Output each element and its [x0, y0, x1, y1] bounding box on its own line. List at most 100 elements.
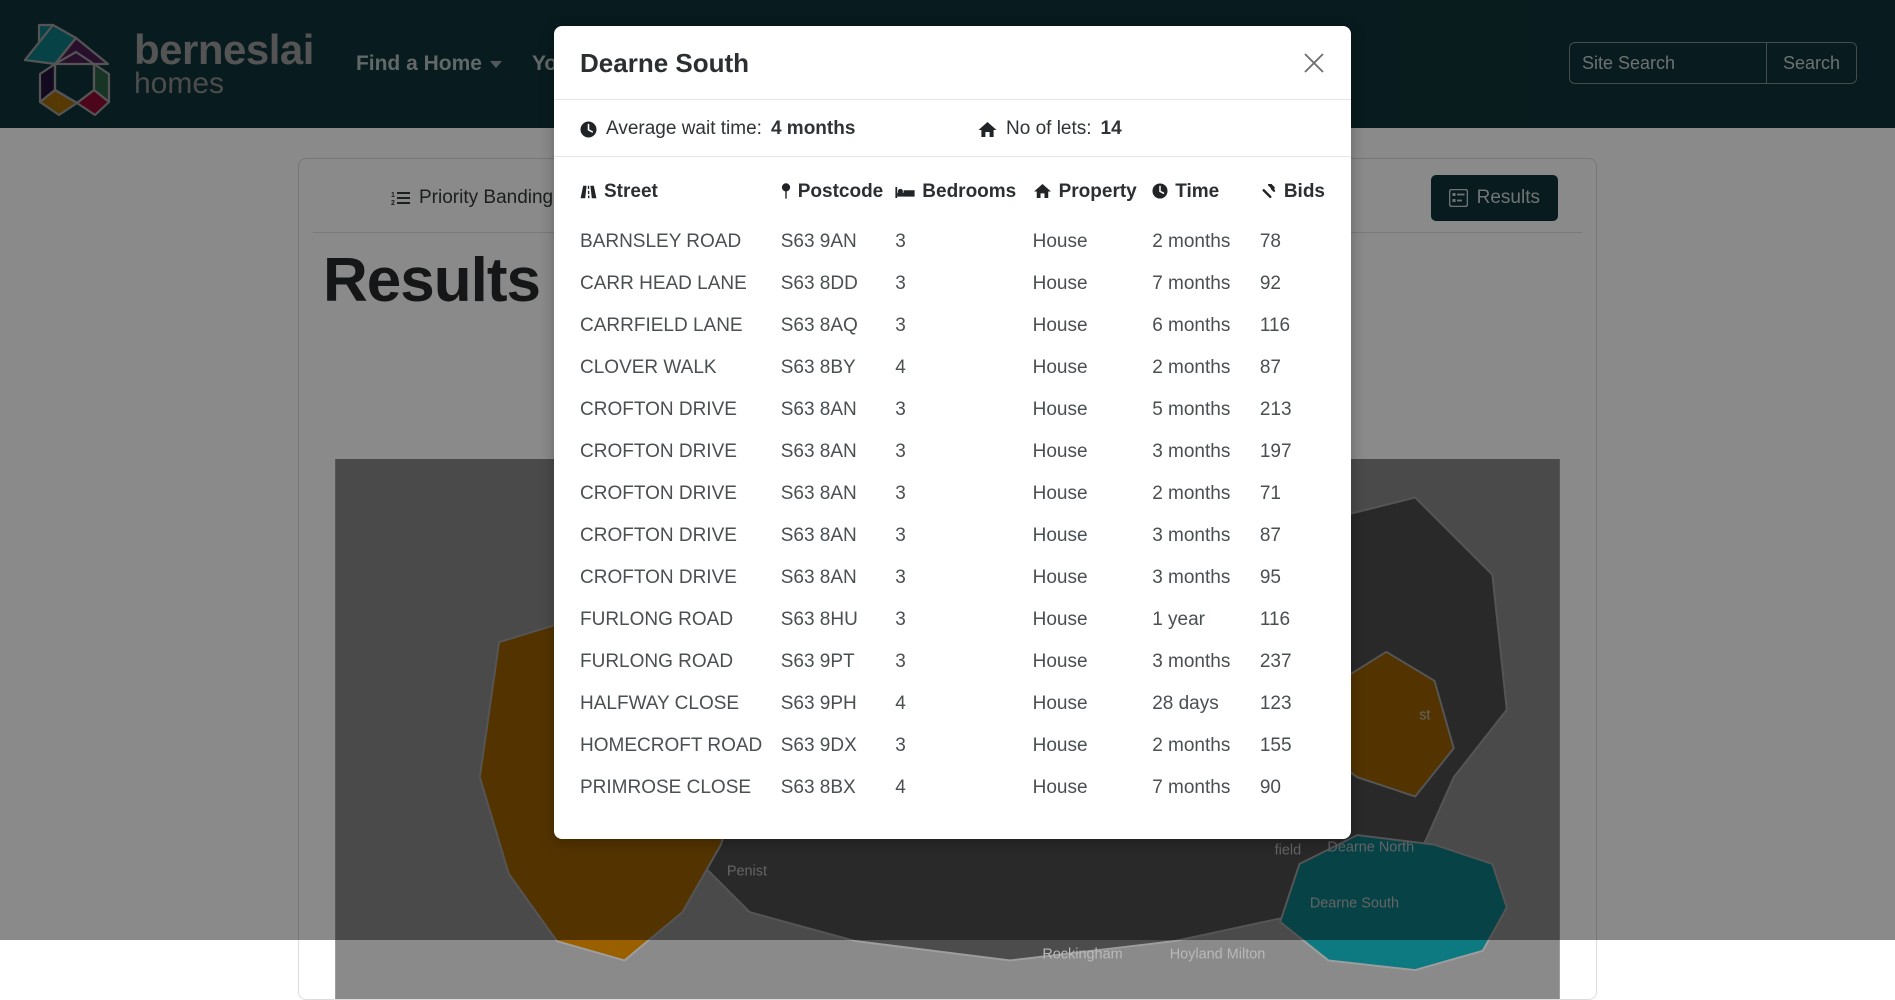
cell-bedrooms: 3: [895, 473, 1032, 515]
map-pin-icon: [781, 183, 791, 205]
cell-property: House: [1033, 683, 1153, 725]
cell-time: 2 months: [1152, 473, 1260, 515]
col-header-label: Street: [604, 181, 658, 202]
bed-icon: [895, 183, 915, 205]
col-header-label: Postcode: [798, 181, 884, 202]
cell-bedrooms: 3: [895, 305, 1032, 347]
cell-bedrooms: 3: [895, 221, 1032, 263]
cell-time: 6 months: [1152, 305, 1260, 347]
cell-bids: 87: [1260, 347, 1325, 389]
col-header-time[interactable]: Time: [1152, 171, 1260, 221]
cell-bedrooms: 4: [895, 347, 1032, 389]
cell-bedrooms: 3: [895, 389, 1032, 431]
stat-no-of-lets: No of lets: 14: [978, 118, 1122, 140]
cell-street: CARRFIELD LANE: [580, 305, 781, 347]
cell-bids: 92: [1260, 263, 1325, 305]
cell-bedrooms: 3: [895, 515, 1032, 557]
home-icon: [978, 121, 997, 138]
col-header-label: Bids: [1284, 181, 1325, 202]
modal-stats: Average wait time: 4 months No of lets: …: [554, 100, 1351, 157]
col-header-property[interactable]: Property: [1033, 171, 1153, 221]
close-icon[interactable]: [1297, 46, 1331, 80]
cell-street: CROFTON DRIVE: [580, 389, 781, 431]
table-row: CROFTON DRIVES63 8AN3House2 months71: [580, 473, 1325, 515]
col-header-street[interactable]: Street: [580, 171, 781, 221]
table-row: CROFTON DRIVES63 8AN3House3 months197: [580, 431, 1325, 473]
table-row: CROFTON DRIVES63 8AN3House3 months95: [580, 557, 1325, 599]
cell-property: House: [1033, 263, 1153, 305]
cell-postcode: S63 8AN: [781, 431, 896, 473]
cell-bedrooms: 3: [895, 263, 1032, 305]
table-row: FURLONG ROADS63 8HU3House1 year116: [580, 599, 1325, 641]
cell-bids: 71: [1260, 473, 1325, 515]
cell-time: 3 months: [1152, 557, 1260, 599]
cell-bids: 155: [1260, 725, 1325, 767]
cell-property: House: [1033, 599, 1153, 641]
col-header-label: Property: [1059, 181, 1137, 202]
cell-property: House: [1033, 305, 1153, 347]
cell-property: House: [1033, 347, 1153, 389]
cell-bedrooms: 3: [895, 599, 1032, 641]
cell-postcode: S63 8AN: [781, 473, 896, 515]
cell-time: 3 months: [1152, 641, 1260, 683]
cell-time: 5 months: [1152, 389, 1260, 431]
cell-bedrooms: 3: [895, 725, 1032, 767]
table-row: PRIMROSE CLOSES63 8BX4House7 months90: [580, 767, 1325, 809]
cell-street: HOMECROFT ROAD: [580, 725, 781, 767]
cell-postcode: S63 8AN: [781, 515, 896, 557]
col-header-label: Time: [1175, 181, 1219, 202]
cell-time: 28 days: [1152, 683, 1260, 725]
cell-property: House: [1033, 725, 1153, 767]
cell-property: House: [1033, 767, 1153, 809]
cell-bedrooms: 3: [895, 431, 1032, 473]
road-icon: [580, 183, 597, 205]
cell-postcode: S63 8AQ: [781, 305, 896, 347]
stat-value: 4 months: [771, 118, 855, 140]
cell-bids: 197: [1260, 431, 1325, 473]
cell-property: House: [1033, 431, 1153, 473]
cell-bids: 95: [1260, 557, 1325, 599]
cell-bids: 116: [1260, 305, 1325, 347]
cell-time: 2 months: [1152, 347, 1260, 389]
cell-property: House: [1033, 557, 1153, 599]
cell-time: 2 months: [1152, 725, 1260, 767]
col-header-label: Bedrooms: [922, 181, 1016, 202]
col-header-bids[interactable]: Bids: [1260, 171, 1325, 221]
cell-property: House: [1033, 515, 1153, 557]
col-header-bedrooms[interactable]: Bedrooms: [895, 171, 1032, 221]
table-row: HALFWAY CLOSES63 9PH4House28 days123: [580, 683, 1325, 725]
map-label: Rockingham: [1042, 947, 1122, 963]
cell-time: 2 months: [1152, 221, 1260, 263]
cell-time: 3 months: [1152, 431, 1260, 473]
cell-property: House: [1033, 641, 1153, 683]
cell-postcode: S63 8HU: [781, 599, 896, 641]
cell-street: FURLONG ROAD: [580, 641, 781, 683]
modal-body: Street Postcode: [554, 157, 1351, 839]
cell-bids: 87: [1260, 515, 1325, 557]
cell-time: 3 months: [1152, 515, 1260, 557]
table-row: FURLONG ROADS63 9PT3House3 months237: [580, 641, 1325, 683]
cell-postcode: S63 8AN: [781, 557, 896, 599]
cell-bids: 116: [1260, 599, 1325, 641]
cell-bedrooms: 3: [895, 557, 1032, 599]
cell-time: 7 months: [1152, 263, 1260, 305]
table-row: CARRFIELD LANES63 8AQ3House6 months116: [580, 305, 1325, 347]
modal-title: Dearne South: [580, 48, 1325, 79]
stat-value: 14: [1101, 118, 1122, 140]
map-label: Hoyland Milton: [1170, 947, 1266, 963]
cell-postcode: S63 9DX: [781, 725, 896, 767]
lets-table-body: BARNSLEY ROADS63 9AN3House2 months78CARR…: [580, 221, 1325, 809]
cell-street: CROFTON DRIVE: [580, 515, 781, 557]
cell-street: CROFTON DRIVE: [580, 557, 781, 599]
table-row: CROFTON DRIVES63 8AN3House5 months213: [580, 389, 1325, 431]
stat-label: No of lets:: [1006, 118, 1092, 140]
cell-postcode: S63 8DD: [781, 263, 896, 305]
stat-average-wait-time: Average wait time: 4 months: [580, 118, 978, 140]
cell-street: FURLONG ROAD: [580, 599, 781, 641]
gavel-icon: [1260, 183, 1277, 205]
cell-bids: 237: [1260, 641, 1325, 683]
col-header-postcode[interactable]: Postcode: [781, 171, 896, 221]
cell-time: 1 year: [1152, 599, 1260, 641]
cell-bedrooms: 4: [895, 683, 1032, 725]
cell-postcode: S63 8AN: [781, 389, 896, 431]
